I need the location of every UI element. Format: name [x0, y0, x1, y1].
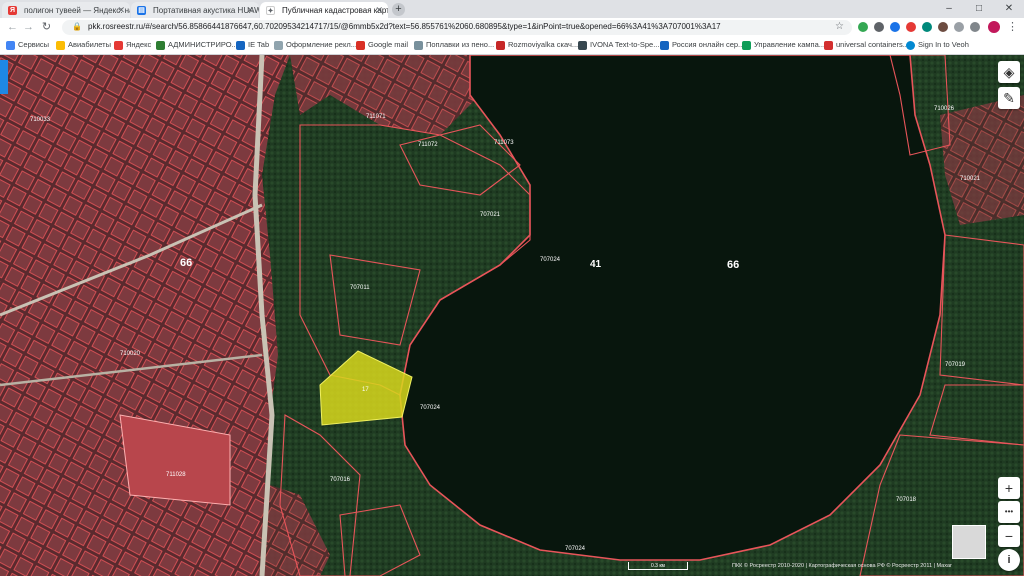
minimap-thumbnail[interactable]	[952, 525, 986, 559]
parcel-number-label: 17	[362, 387, 369, 393]
bookmark-veoh[interactable]: Sign In to Veoh	[906, 40, 969, 50]
minimize-icon[interactable]: –	[934, 0, 964, 18]
browser-toolbar: ← → ↻ 🔒 pkk.rosreestr.ru/#/search/56.858…	[0, 18, 1024, 37]
folder-icon	[156, 41, 165, 50]
zoom-in-button[interactable]: +	[998, 477, 1020, 499]
close-icon[interactable]: ✕	[117, 5, 125, 16]
quarter-label: 707016	[330, 477, 351, 483]
bookmark-ad-design[interactable]: Оформление рекл...	[274, 40, 357, 50]
tab-cadastral-map[interactable]: ✦ Публичная кадастровая карта ✕	[260, 2, 388, 18]
quarter-label: 710020	[120, 351, 141, 357]
close-window-icon[interactable]: ✕	[994, 0, 1024, 18]
quarter-label: 710026	[934, 106, 955, 112]
extension-icon[interactable]	[874, 22, 884, 32]
plane-icon	[56, 41, 65, 50]
quarter-label: 711071	[366, 114, 386, 120]
layers-icon: ◈	[1003, 64, 1015, 80]
extensions-puzzle-icon[interactable]	[970, 22, 980, 32]
quarter-label: 710021	[960, 176, 981, 182]
quarter-label: 707024	[540, 257, 561, 263]
apps-icon	[6, 41, 15, 50]
quarter-label: 711028	[166, 472, 186, 478]
rosreestr-favicon-icon: ✦	[266, 6, 275, 15]
doc-icon	[414, 41, 423, 50]
bookmark-admin[interactable]: АДМИНИСТРИРО...	[156, 40, 238, 50]
lock-icon: 🔒	[72, 22, 82, 31]
scale-bar: 0.3 км	[628, 562, 688, 570]
bookmark-floats[interactable]: Поплавки из пено...	[414, 40, 494, 50]
ivona-icon	[578, 41, 587, 50]
yandex-favicon-icon: Я	[8, 6, 17, 15]
map-canvas[interactable]: 17 66 66 41 707024 707024 707024 707019 …	[0, 55, 1024, 576]
bookmark-rozmoviyalka[interactable]: Rozmoviyalka скач...	[496, 40, 578, 50]
url-text[interactable]: pkk.rosreestr.ru/#/search/56.85866441876…	[88, 22, 721, 31]
gmail-icon	[356, 41, 365, 50]
map-attribution: ПКК © Росреестр 2010-2020 | Картографиче…	[732, 563, 952, 569]
quarter-label: 707024	[565, 546, 586, 552]
quarter-label: 711073	[494, 140, 514, 146]
quarter-label: 710033	[30, 117, 51, 123]
bookmark-gmail[interactable]: Google mail	[356, 40, 408, 50]
cadastral-map[interactable]: 17 66 66 41 707024 707024 707024 707019 …	[0, 55, 1024, 576]
bookmark-universal-containers[interactable]: universal containers...	[824, 40, 909, 50]
address-bar[interactable]: 🔒 pkk.rosreestr.ru/#/search/56.858664418…	[62, 20, 852, 35]
bookmarks-bar: Сервисы Авиабилеты Яндекс АДМИНИСТРИРО..…	[0, 37, 1024, 55]
maximize-icon[interactable]: □	[964, 0, 994, 18]
new-tab-button[interactable]: +	[392, 3, 405, 16]
tab-title: Портативная акустика HUAWEI	[153, 5, 259, 15]
ruler-button[interactable]: ✎	[998, 87, 1020, 109]
ads-icon	[742, 41, 751, 50]
menu-icon[interactable]: ⋮	[1006, 21, 1019, 34]
tab-title: полигон тувеей — Яндекс: нашл	[24, 5, 130, 15]
info-button[interactable]: i	[998, 549, 1020, 571]
left-panel-toggle[interactable]	[0, 60, 8, 94]
extension-icon[interactable]	[954, 22, 964, 32]
close-icon[interactable]: ✕	[375, 5, 383, 16]
quarter-label: 707018	[896, 497, 917, 503]
avatar[interactable]	[988, 21, 1000, 33]
reload-icon[interactable]: ↻	[40, 21, 53, 34]
bookmark-aviabilety[interactable]: Авиабилеты	[56, 40, 111, 50]
tab-bar: Я полигон тувеей — Яндекс: нашл ✕ ▤ Порт…	[0, 0, 1024, 18]
flag-icon	[660, 41, 669, 50]
ruler-icon: ✎	[1003, 90, 1015, 106]
region-label-lake: 66	[727, 259, 739, 271]
more-button[interactable]: •••	[998, 501, 1020, 523]
ie-icon	[236, 41, 245, 50]
quarter-label: 707024	[420, 405, 441, 411]
extension-icon[interactable]	[922, 22, 932, 32]
quarter-label: 707019	[945, 362, 966, 368]
doc-icon	[274, 41, 283, 50]
bookmark-services[interactable]: Сервисы	[6, 40, 49, 50]
forward-icon[interactable]: →	[22, 21, 35, 34]
extension-icon[interactable]	[890, 22, 900, 32]
bookmark-russia-online[interactable]: Россия онлайн сер...	[660, 40, 744, 50]
cart-favicon-icon: ▤	[137, 6, 146, 15]
rozmoviyalka-icon	[496, 41, 505, 50]
extension-icon[interactable]	[938, 22, 948, 32]
bookmark-ivona[interactable]: IVONA Text-to-Spe...	[578, 40, 659, 50]
tab-title: Публичная кадастровая карта	[282, 5, 388, 15]
bookmark-yandex[interactable]: Яндекс	[114, 40, 151, 50]
quarter-label: 707011	[350, 285, 370, 291]
layers-button[interactable]: ◈	[998, 61, 1020, 83]
youtube-icon	[824, 41, 833, 50]
yandex-icon	[114, 41, 123, 50]
quarter-label: 707021	[480, 212, 501, 218]
close-icon[interactable]: ✕	[246, 5, 254, 16]
district-label: 41	[590, 259, 602, 270]
extension-icon[interactable]	[906, 22, 916, 32]
tab-yandex-search[interactable]: Я полигон тувеей — Яндекс: нашл ✕	[2, 2, 130, 18]
bookmark-ietab[interactable]: IE Tab	[236, 40, 269, 50]
zoom-out-button[interactable]: −	[998, 525, 1020, 547]
quarter-label: 711072	[418, 142, 438, 148]
region-label: 66	[180, 257, 192, 269]
back-icon[interactable]: ←	[6, 21, 19, 34]
extension-icon[interactable]	[858, 22, 868, 32]
star-icon[interactable]: ☆	[835, 21, 844, 32]
veoh-icon	[906, 41, 915, 50]
tab-huawei[interactable]: ▤ Портативная акустика HUAWEI ✕	[131, 2, 259, 18]
bookmark-campaign[interactable]: Управление кампа...	[742, 40, 825, 50]
